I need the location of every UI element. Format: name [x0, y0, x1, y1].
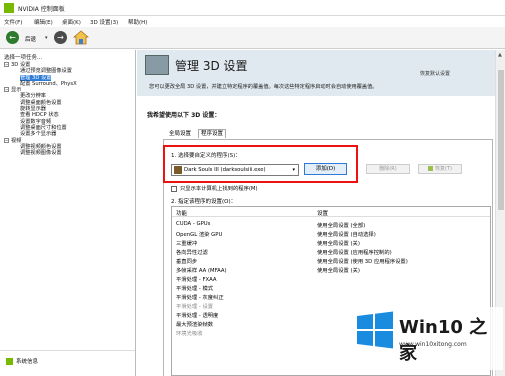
menu-bar: 文件(F) 编辑(E) 桌面(K) 3D 设置(3) 帮助(H)	[0, 16, 505, 27]
table-header: 功能 设置	[172, 207, 490, 217]
menu-help[interactable]: 帮助(H)	[128, 18, 147, 26]
collapse-icon[interactable]: −	[4, 87, 9, 93]
task-sidebar: 选择一项任务... −3D 设置 通过预览调整图像设置 管理 3D 设置 配置 …	[0, 50, 136, 376]
chevron-down-icon[interactable]: ▾	[292, 165, 295, 175]
page-title: 管理 3D 设置	[175, 59, 248, 73]
show-only-checkbox[interactable]	[171, 185, 177, 192]
divider	[0, 350, 135, 351]
task-header: 选择一项任务...	[4, 55, 43, 61]
game-icon	[174, 166, 182, 174]
tab-program-settings[interactable]: 程序设置	[198, 129, 227, 138]
watermark-brand: Win10 之家	[399, 317, 488, 364]
menu-3d-settings[interactable]: 3D 设置(3)	[90, 18, 118, 26]
table-row[interactable]: 各向异性过滤 使用全局设置 (应用程序控制的)	[172, 247, 490, 256]
tab-global-settings[interactable]: 全局设置	[167, 130, 193, 139]
table-row[interactable]: 垂直同步 使用全局设置 (使用 3D 应用程序设置)	[172, 256, 490, 265]
back-label[interactable]: 后退	[25, 35, 36, 43]
toolbar: ← 后退 ▾ →	[0, 27, 505, 49]
table-row[interactable]: 平滑处理 - 模式	[172, 283, 490, 292]
menu-desktop[interactable]: 桌面(K)	[62, 18, 81, 26]
settings-question: 我希望使用以下 3D 设置：	[147, 112, 221, 119]
3d-settings-logo-icon	[145, 55, 169, 75]
step2-label: 2. 指定该程序的设置(O)：	[171, 199, 237, 205]
show-only-checkbox-row[interactable]: 只显示本计算机上找到的程序(M)	[171, 184, 258, 192]
tree-item-video-image[interactable]: 调整视频图像设置	[4, 150, 134, 156]
page-banner: 管理 3D 设置 恢复默认设置 您可以更改全局 3D 设置，并建立特定程序的覆盖…	[137, 50, 497, 96]
nvidia-logo-icon	[4, 3, 14, 13]
collapse-icon[interactable]: −	[4, 137, 9, 143]
program-select[interactable]: Dark Souls III (darksoulsiii.exe) ▾	[171, 164, 299, 176]
table-row[interactable]: 平滑处理 - 灰度纠正	[172, 292, 490, 301]
back-arrow-icon[interactable]: ←	[6, 31, 19, 44]
restore-program-button[interactable]: 恢复(T)	[418, 164, 462, 174]
system-info-icon	[6, 358, 13, 365]
home-icon[interactable]	[72, 30, 90, 45]
table-row[interactable]: 多帧采样 AA (MFAA) 使用全局设置 (关)	[172, 265, 490, 274]
column-header-feature[interactable]: 功能	[176, 209, 187, 217]
title-bar: NVIDIA 控制面板	[0, 0, 505, 16]
windows-logo-icon	[357, 311, 393, 349]
step1-label: 1. 选择要自定义的程序(S)：	[171, 153, 241, 159]
window-title: NVIDIA 控制面板	[18, 6, 65, 13]
task-tree: −3D 设置 通过预览调整图像设置 管理 3D 设置 配置 Surround、P…	[4, 62, 134, 156]
add-program-button[interactable]: 添加(D)	[304, 163, 347, 175]
back-dropdown-icon[interactable]: ▾	[45, 35, 48, 41]
remove-program-button[interactable]: 删除(R)	[366, 164, 410, 174]
scrollbar-thumb[interactable]	[498, 70, 504, 210]
column-header-setting[interactable]: 设置	[317, 209, 328, 217]
restore-icon	[428, 166, 434, 171]
watermark-url: www.win10xitong.com	[399, 341, 467, 348]
menu-file[interactable]: 文件(F)	[4, 18, 22, 26]
collapse-icon[interactable]: −	[4, 62, 9, 67]
menu-edit[interactable]: 编辑(E)	[34, 18, 53, 26]
scroll-up-icon[interactable]: ▲	[498, 52, 502, 58]
watermark: Win10 之家 www.win10xitong.com	[355, 307, 503, 370]
table-row[interactable]: CUDA - GPUs 使用全局设置 (全部)	[172, 220, 490, 229]
table-row[interactable]: OpenGL 渲染 GPU 使用全局设置 (自动选择)	[172, 229, 490, 238]
table-row[interactable]: 平滑处理 - FXAA	[172, 274, 490, 283]
table-row[interactable]: 三重缓冲 使用全局设置 (关)	[172, 238, 490, 247]
system-info-link[interactable]: 系统信息	[6, 357, 38, 365]
restore-defaults-link[interactable]: 恢复默认设置	[420, 70, 450, 77]
page-description: 您可以更改全局 3D 设置，并建立特定程序的覆盖值。每次这些特定程序启动时会自动…	[149, 84, 378, 90]
forward-arrow-icon[interactable]: →	[54, 31, 67, 44]
